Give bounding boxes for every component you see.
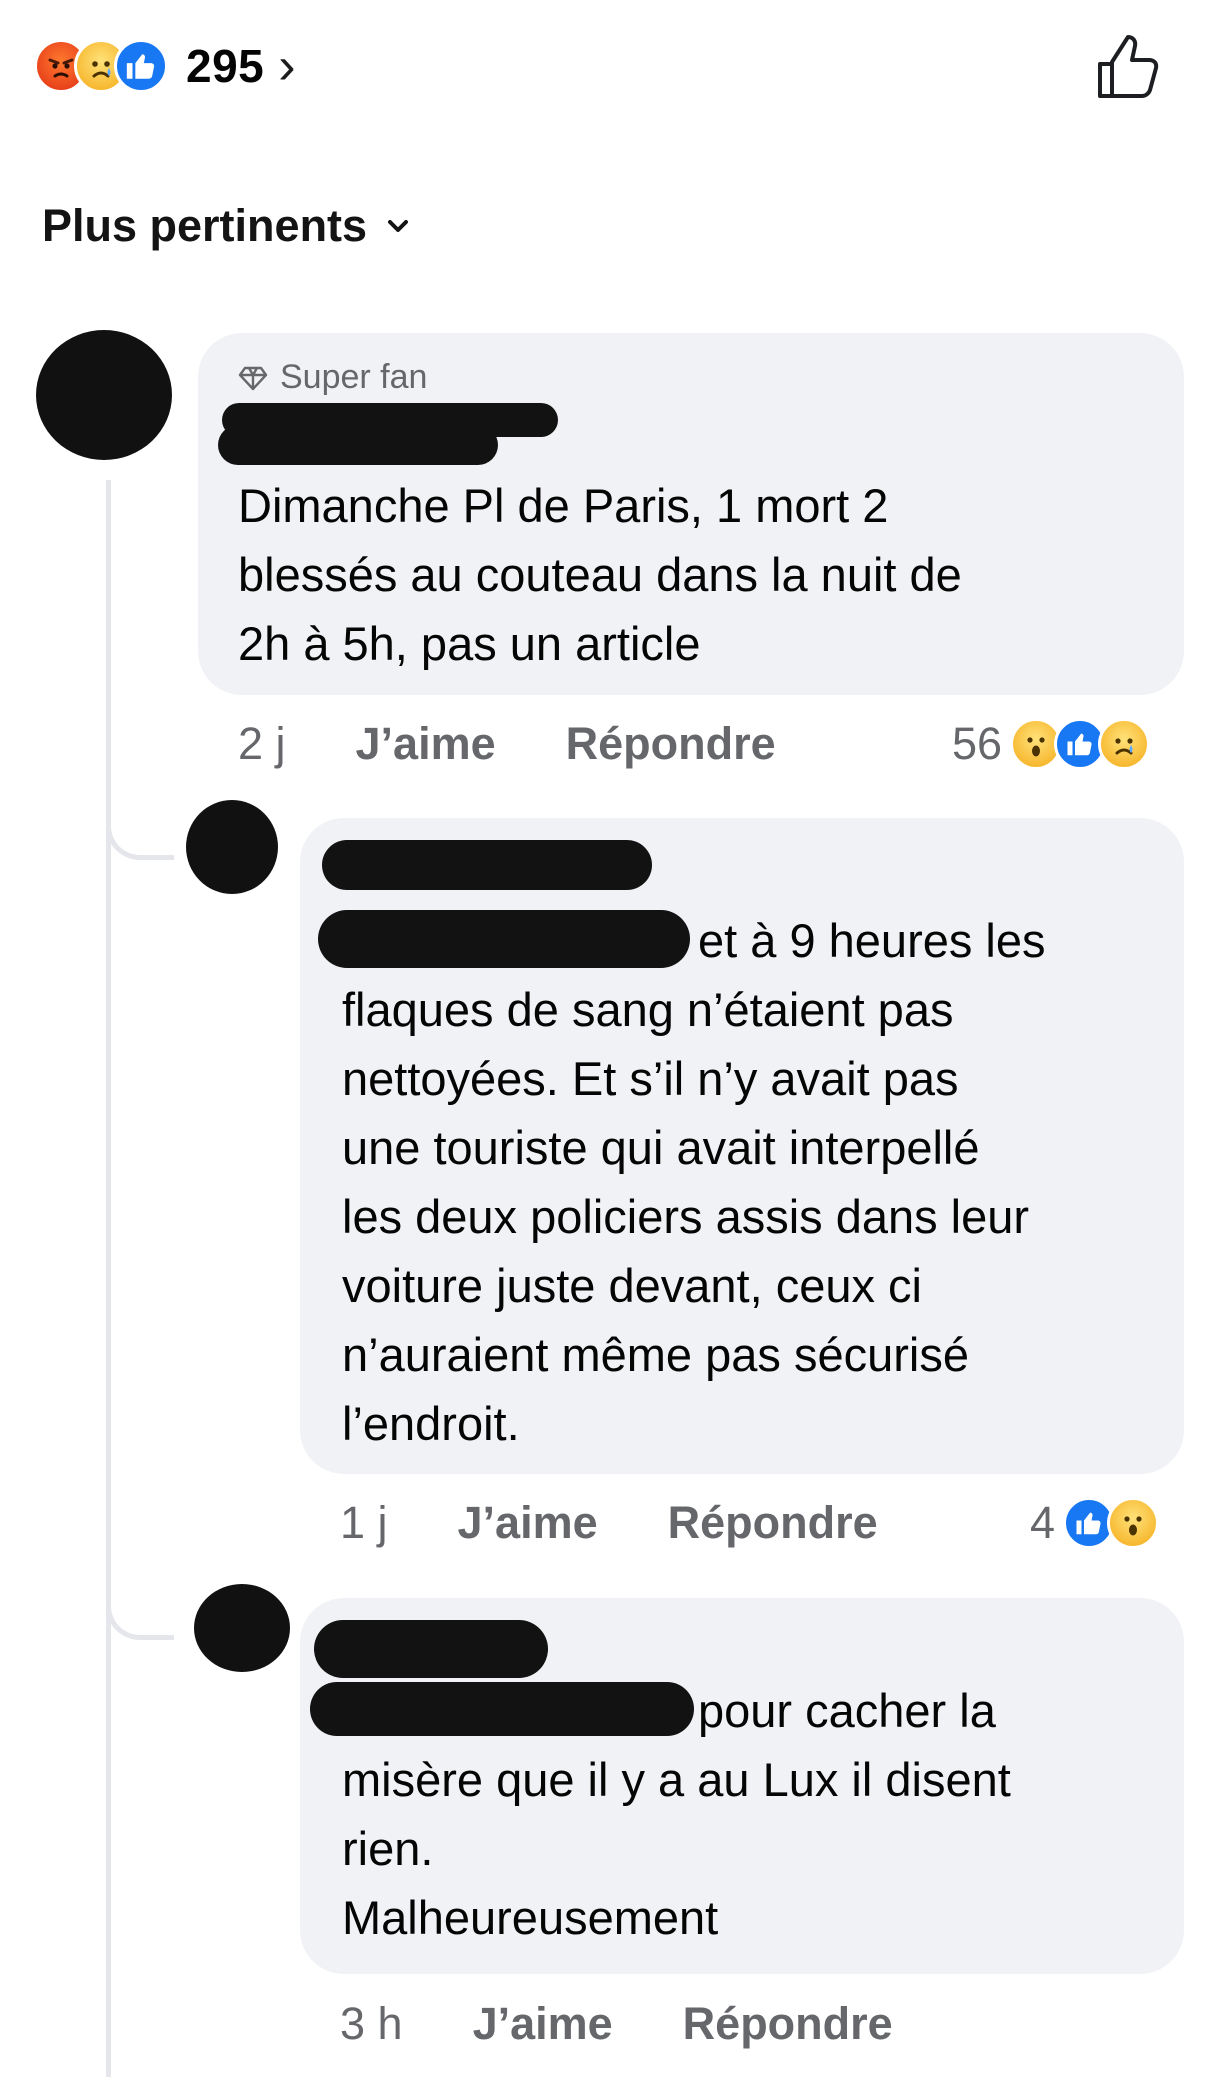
reaction-count: 56: [952, 718, 1003, 769]
comment-time[interactable]: 1 j: [340, 1497, 388, 1549]
super-fan-badge: Super fan: [238, 358, 427, 397]
comment-time[interactable]: 3 h: [340, 1998, 403, 2050]
comment-time[interactable]: 2 j: [238, 718, 286, 770]
redacted-name: [218, 425, 498, 465]
comment-text: pour cacher la: [698, 1684, 996, 1737]
comment-bubble: pour cacher la misère que il y a au Lux …: [300, 1598, 1184, 1974]
sort-selector[interactable]: Plus pertinents: [42, 200, 411, 252]
comment-actions: 2 j J’aime Répondre: [238, 718, 776, 770]
reply-connector: [106, 1580, 174, 1640]
avatar[interactable]: [186, 800, 278, 894]
like-button[interactable]: J’aime: [356, 718, 496, 770]
reply-button[interactable]: Répondre: [566, 718, 776, 770]
chevron-right-icon: ›: [278, 37, 296, 95]
comment-actions: 1 j J’aime Répondre: [340, 1497, 878, 1549]
reaction-count: 295: [186, 40, 265, 92]
sad-emoji-icon: [1098, 718, 1151, 770]
reply-button[interactable]: Répondre: [683, 1998, 893, 2050]
reaction-count: 4: [1030, 1497, 1056, 1548]
comment-bubble: Super fan Dimanche Pl de Paris, 1 mort 2…: [198, 333, 1184, 695]
comment-text: Dimanche Pl de Paris, 1 mort 2 blessés a…: [238, 479, 962, 670]
comment-actions: 3 h J’aime Répondre: [340, 1998, 893, 2050]
comment-text: flaques de sang n’étaient pas nettoyées.…: [342, 983, 1030, 1450]
avatar[interactable]: [36, 330, 172, 460]
diamond-icon: [238, 366, 268, 390]
comment-text: misère que il y a au Lux il disent rien.…: [342, 1753, 1011, 1944]
redacted-name: [314, 1620, 548, 1678]
like-button[interactable]: J’aime: [473, 1998, 613, 2050]
reply-connector: [106, 800, 174, 860]
reactions-summary[interactable]: 295 ›: [34, 30, 296, 102]
comment-bubble: et à 9 heures les flaques de sang n’étai…: [300, 818, 1184, 1474]
thread-line: [106, 480, 111, 2077]
like-button[interactable]: J’aime: [458, 1497, 598, 1549]
comment-reactions[interactable]: 56: [952, 718, 1151, 770]
like-icon: [114, 39, 168, 93]
redacted-mention: [318, 910, 690, 968]
comment-text: et à 9 heures les: [698, 914, 1046, 967]
avatar[interactable]: [194, 1584, 290, 1672]
redacted-mention: [310, 1682, 694, 1736]
reply-button[interactable]: Répondre: [668, 1497, 878, 1549]
reaction-icons: [34, 37, 172, 95]
redacted-name: [322, 840, 652, 890]
wow-emoji-icon: [1107, 1497, 1160, 1549]
sort-label: Plus pertinents: [42, 200, 368, 251]
chevron-down-icon: [388, 220, 409, 232]
like-thumb-icon[interactable]: [1094, 30, 1162, 102]
comment-reactions[interactable]: 4: [1030, 1497, 1160, 1549]
